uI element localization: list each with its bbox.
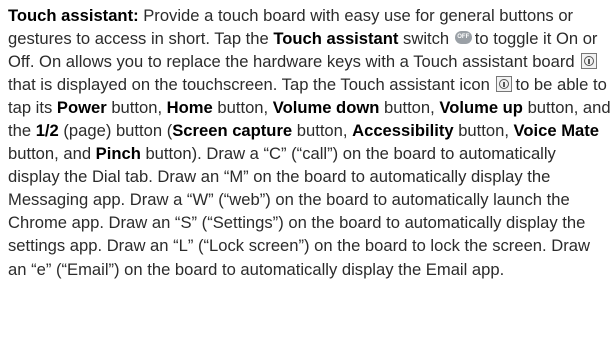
text-span: (page) button (: [58, 121, 173, 141]
touch-assistant-icon: [496, 75, 513, 92]
section-heading: Touch assistant:: [8, 6, 139, 25]
term-pinch: Pinch: [95, 144, 141, 164]
text-span: button,: [379, 98, 440, 118]
term-page: 1/2: [35, 121, 59, 141]
term-voice-mate: Voice Mate: [513, 121, 600, 141]
touch-assistant-paragraph: Touch assistant: Provide a touch board w…: [8, 4, 612, 281]
term-accessibility: Accessibility: [352, 121, 454, 141]
text-span: button, and: [8, 144, 96, 164]
term-volume-up: Volume up: [439, 98, 523, 118]
text-span: button). Draw a “C” (“call”) on the boar…: [8, 144, 590, 279]
text-span: button,: [106, 98, 167, 118]
term-screen-capture: Screen capture: [172, 121, 293, 141]
text-span: that is displayed on the touchscreen. Ta…: [8, 75, 495, 95]
text-span: button,: [212, 98, 273, 118]
term-home: Home: [166, 98, 213, 118]
text-span: button,: [453, 121, 514, 141]
term-volume-down: Volume down: [272, 98, 380, 118]
toggle-switch-off-icon: OFF: [454, 31, 472, 45]
term-power: Power: [56, 98, 107, 118]
text-span: button,: [292, 121, 353, 141]
touch-assistant-icon: [581, 52, 598, 69]
text-span: switch: [398, 29, 454, 49]
term-touch-assistant: Touch assistant: [273, 29, 399, 49]
